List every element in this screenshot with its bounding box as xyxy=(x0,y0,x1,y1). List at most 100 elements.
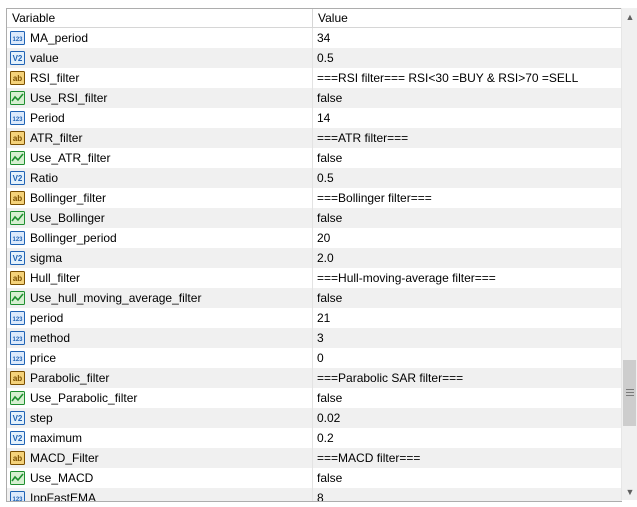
variable-name: Use_RSI_filter xyxy=(30,91,108,105)
svg-text:123: 123 xyxy=(12,497,23,502)
variable-name: price xyxy=(30,351,57,365)
variable-cell[interactable]: V2 step xyxy=(7,408,313,428)
variable-cell[interactable]: 123 period xyxy=(7,308,313,328)
table-row[interactable]: 123 Period 14 xyxy=(7,108,622,128)
variable-cell[interactable]: Use_RSI_filter xyxy=(7,88,313,108)
variable-cell[interactable]: 123 Bollinger_period xyxy=(7,228,313,248)
value-cell[interactable]: ===Hull-moving-average filter=== xyxy=(313,268,622,288)
svg-text:123: 123 xyxy=(12,357,23,363)
svg-text:V2: V2 xyxy=(13,434,23,443)
variable-cell[interactable]: ab Bollinger_filter xyxy=(7,188,313,208)
variable-cell[interactable]: ab MACD_Filter xyxy=(7,448,313,468)
scrollbar-thumb[interactable] xyxy=(623,360,636,426)
table-row[interactable]: Use_ATR_filter false xyxy=(7,148,622,168)
scroll-up-button[interactable]: ▲ xyxy=(622,8,637,25)
value-cell[interactable]: false xyxy=(313,288,622,308)
value-cell[interactable]: 3 xyxy=(313,328,622,348)
variable-cell[interactable]: ab Parabolic_filter xyxy=(7,368,313,388)
column-header-value[interactable]: Value xyxy=(313,9,622,27)
value-cell[interactable]: ===Bollinger filter=== xyxy=(313,188,622,208)
table-row[interactable]: Use_RSI_filter false xyxy=(7,88,622,108)
bool-icon xyxy=(10,391,25,405)
value-cell[interactable]: ===Parabolic SAR filter=== xyxy=(313,368,622,388)
svg-text:ab: ab xyxy=(13,374,22,383)
variable-cell[interactable]: Use_Bollinger xyxy=(7,208,313,228)
value-cell[interactable]: 0.2 xyxy=(313,428,622,448)
table-row[interactable]: V2 sigma 2.0 xyxy=(7,248,622,268)
bool-icon xyxy=(10,471,25,485)
variable-cell[interactable]: Use_Parabolic_filter xyxy=(7,388,313,408)
value-cell[interactable]: 2.0 xyxy=(313,248,622,268)
variable-cell[interactable]: ab ATR_filter xyxy=(7,128,313,148)
value-cell[interactable]: ===MACD filter=== xyxy=(313,448,622,468)
int-icon: 123 xyxy=(10,351,25,365)
value-cell[interactable]: 34 xyxy=(313,28,622,48)
value-cell[interactable]: 8 xyxy=(313,488,622,501)
svg-text:123: 123 xyxy=(12,317,23,323)
variable-name: maximum xyxy=(30,431,83,445)
variable-cell[interactable]: 123 price xyxy=(7,348,313,368)
variable-name: Use_Parabolic_filter xyxy=(30,391,138,405)
value-cell[interactable]: false xyxy=(313,388,622,408)
value-cell[interactable]: false xyxy=(313,468,622,488)
variable-cell[interactable]: V2 Ratio xyxy=(7,168,313,188)
table-row[interactable]: Use_hull_moving_average_filter false xyxy=(7,288,622,308)
scroll-down-button[interactable]: ▼ xyxy=(622,483,637,500)
table-row[interactable]: 123 price 0 xyxy=(7,348,622,368)
table-row[interactable]: V2 Ratio 0.5 xyxy=(7,168,622,188)
value-cell[interactable]: false xyxy=(313,88,622,108)
value-cell[interactable]: 0.5 xyxy=(313,48,622,68)
variable-cell[interactable]: 123 MA_period xyxy=(7,28,313,48)
table-row[interactable]: ab Parabolic_filter ===Parabolic SAR filte… xyxy=(7,368,622,388)
table-row[interactable]: V2 step 0.02 xyxy=(7,408,622,428)
table-row[interactable]: 123 period 21 xyxy=(7,308,622,328)
column-header-variable[interactable]: Variable xyxy=(7,9,313,27)
value-cell[interactable]: 0.5 xyxy=(313,168,622,188)
variable-cell[interactable]: 123 method xyxy=(7,328,313,348)
variable-cell[interactable]: 123 InpFastEMA xyxy=(7,488,313,502)
variable-cell[interactable]: 123 Period xyxy=(7,108,313,128)
table-row[interactable]: ab ATR_filter ===ATR filter=== xyxy=(7,128,622,148)
bool-icon xyxy=(10,151,25,165)
value-cell[interactable]: 0 xyxy=(313,348,622,368)
table-row[interactable]: 123 Bollinger_period 20 xyxy=(7,228,622,248)
variable-cell[interactable]: V2 maximum xyxy=(7,428,313,448)
variable-cell[interactable]: Use_MACD xyxy=(7,468,313,488)
table-row[interactable]: ab Hull_filter ===Hull-moving-average filt… xyxy=(7,268,622,288)
variable-cell[interactable]: V2 sigma xyxy=(7,248,313,268)
table-row[interactable]: ab Bollinger_filter ===Bollinger filter=== xyxy=(7,188,622,208)
int-icon: 123 xyxy=(10,31,25,45)
value-cell[interactable]: ===RSI filter=== RSI<30 =BUY & RSI>70 =S… xyxy=(313,68,622,88)
variable-cell[interactable]: ab Hull_filter xyxy=(7,268,313,288)
value-cell[interactable]: 21 xyxy=(313,308,622,328)
svg-text:V2: V2 xyxy=(13,174,23,183)
value-cell[interactable]: 20 xyxy=(313,228,622,248)
table-row[interactable]: Use_Bollinger false xyxy=(7,208,622,228)
value-cell[interactable]: 14 xyxy=(313,108,622,128)
variable-cell[interactable]: Use_ATR_filter xyxy=(7,148,313,168)
table-row[interactable]: 123 MA_period 34 xyxy=(7,28,622,48)
value-cell[interactable]: false xyxy=(313,208,622,228)
variable-name: method xyxy=(30,331,71,345)
value-cell[interactable]: 0.02 xyxy=(313,408,622,428)
table-row[interactable]: V2 value 0.5 xyxy=(7,48,622,68)
table-row[interactable]: Use_MACD false xyxy=(7,468,622,488)
value-cell[interactable]: false xyxy=(313,148,622,168)
variable-cell[interactable]: V2 value xyxy=(7,48,313,68)
table-row[interactable]: Use_Parabolic_filter false xyxy=(7,388,622,408)
table-row[interactable]: ab RSI_filter ===RSI filter=== RSI<30 =BUY… xyxy=(7,68,622,88)
double-icon: V2 xyxy=(10,51,25,65)
int-icon: 123 xyxy=(10,111,25,125)
variable-name: RSI_filter xyxy=(30,71,80,85)
variable-cell[interactable]: ab RSI_filter xyxy=(7,68,313,88)
value-cell[interactable]: ===ATR filter=== xyxy=(313,128,622,148)
vertical-scrollbar[interactable]: ▲ ▼ xyxy=(621,8,637,500)
table-row[interactable]: ab MACD_Filter ===MACD filter=== xyxy=(7,448,622,468)
variable-name: Use_hull_moving_average_filter xyxy=(30,291,202,305)
variable-cell[interactable]: Use_hull_moving_average_filter xyxy=(7,288,313,308)
variable-name: Use_MACD xyxy=(30,471,94,485)
string-icon: ab xyxy=(10,271,25,285)
table-row[interactable]: V2 maximum 0.2 xyxy=(7,428,622,448)
table-row[interactable]: 123 InpFastEMA 8 xyxy=(7,488,622,502)
table-row[interactable]: 123 method 3 xyxy=(7,328,622,348)
